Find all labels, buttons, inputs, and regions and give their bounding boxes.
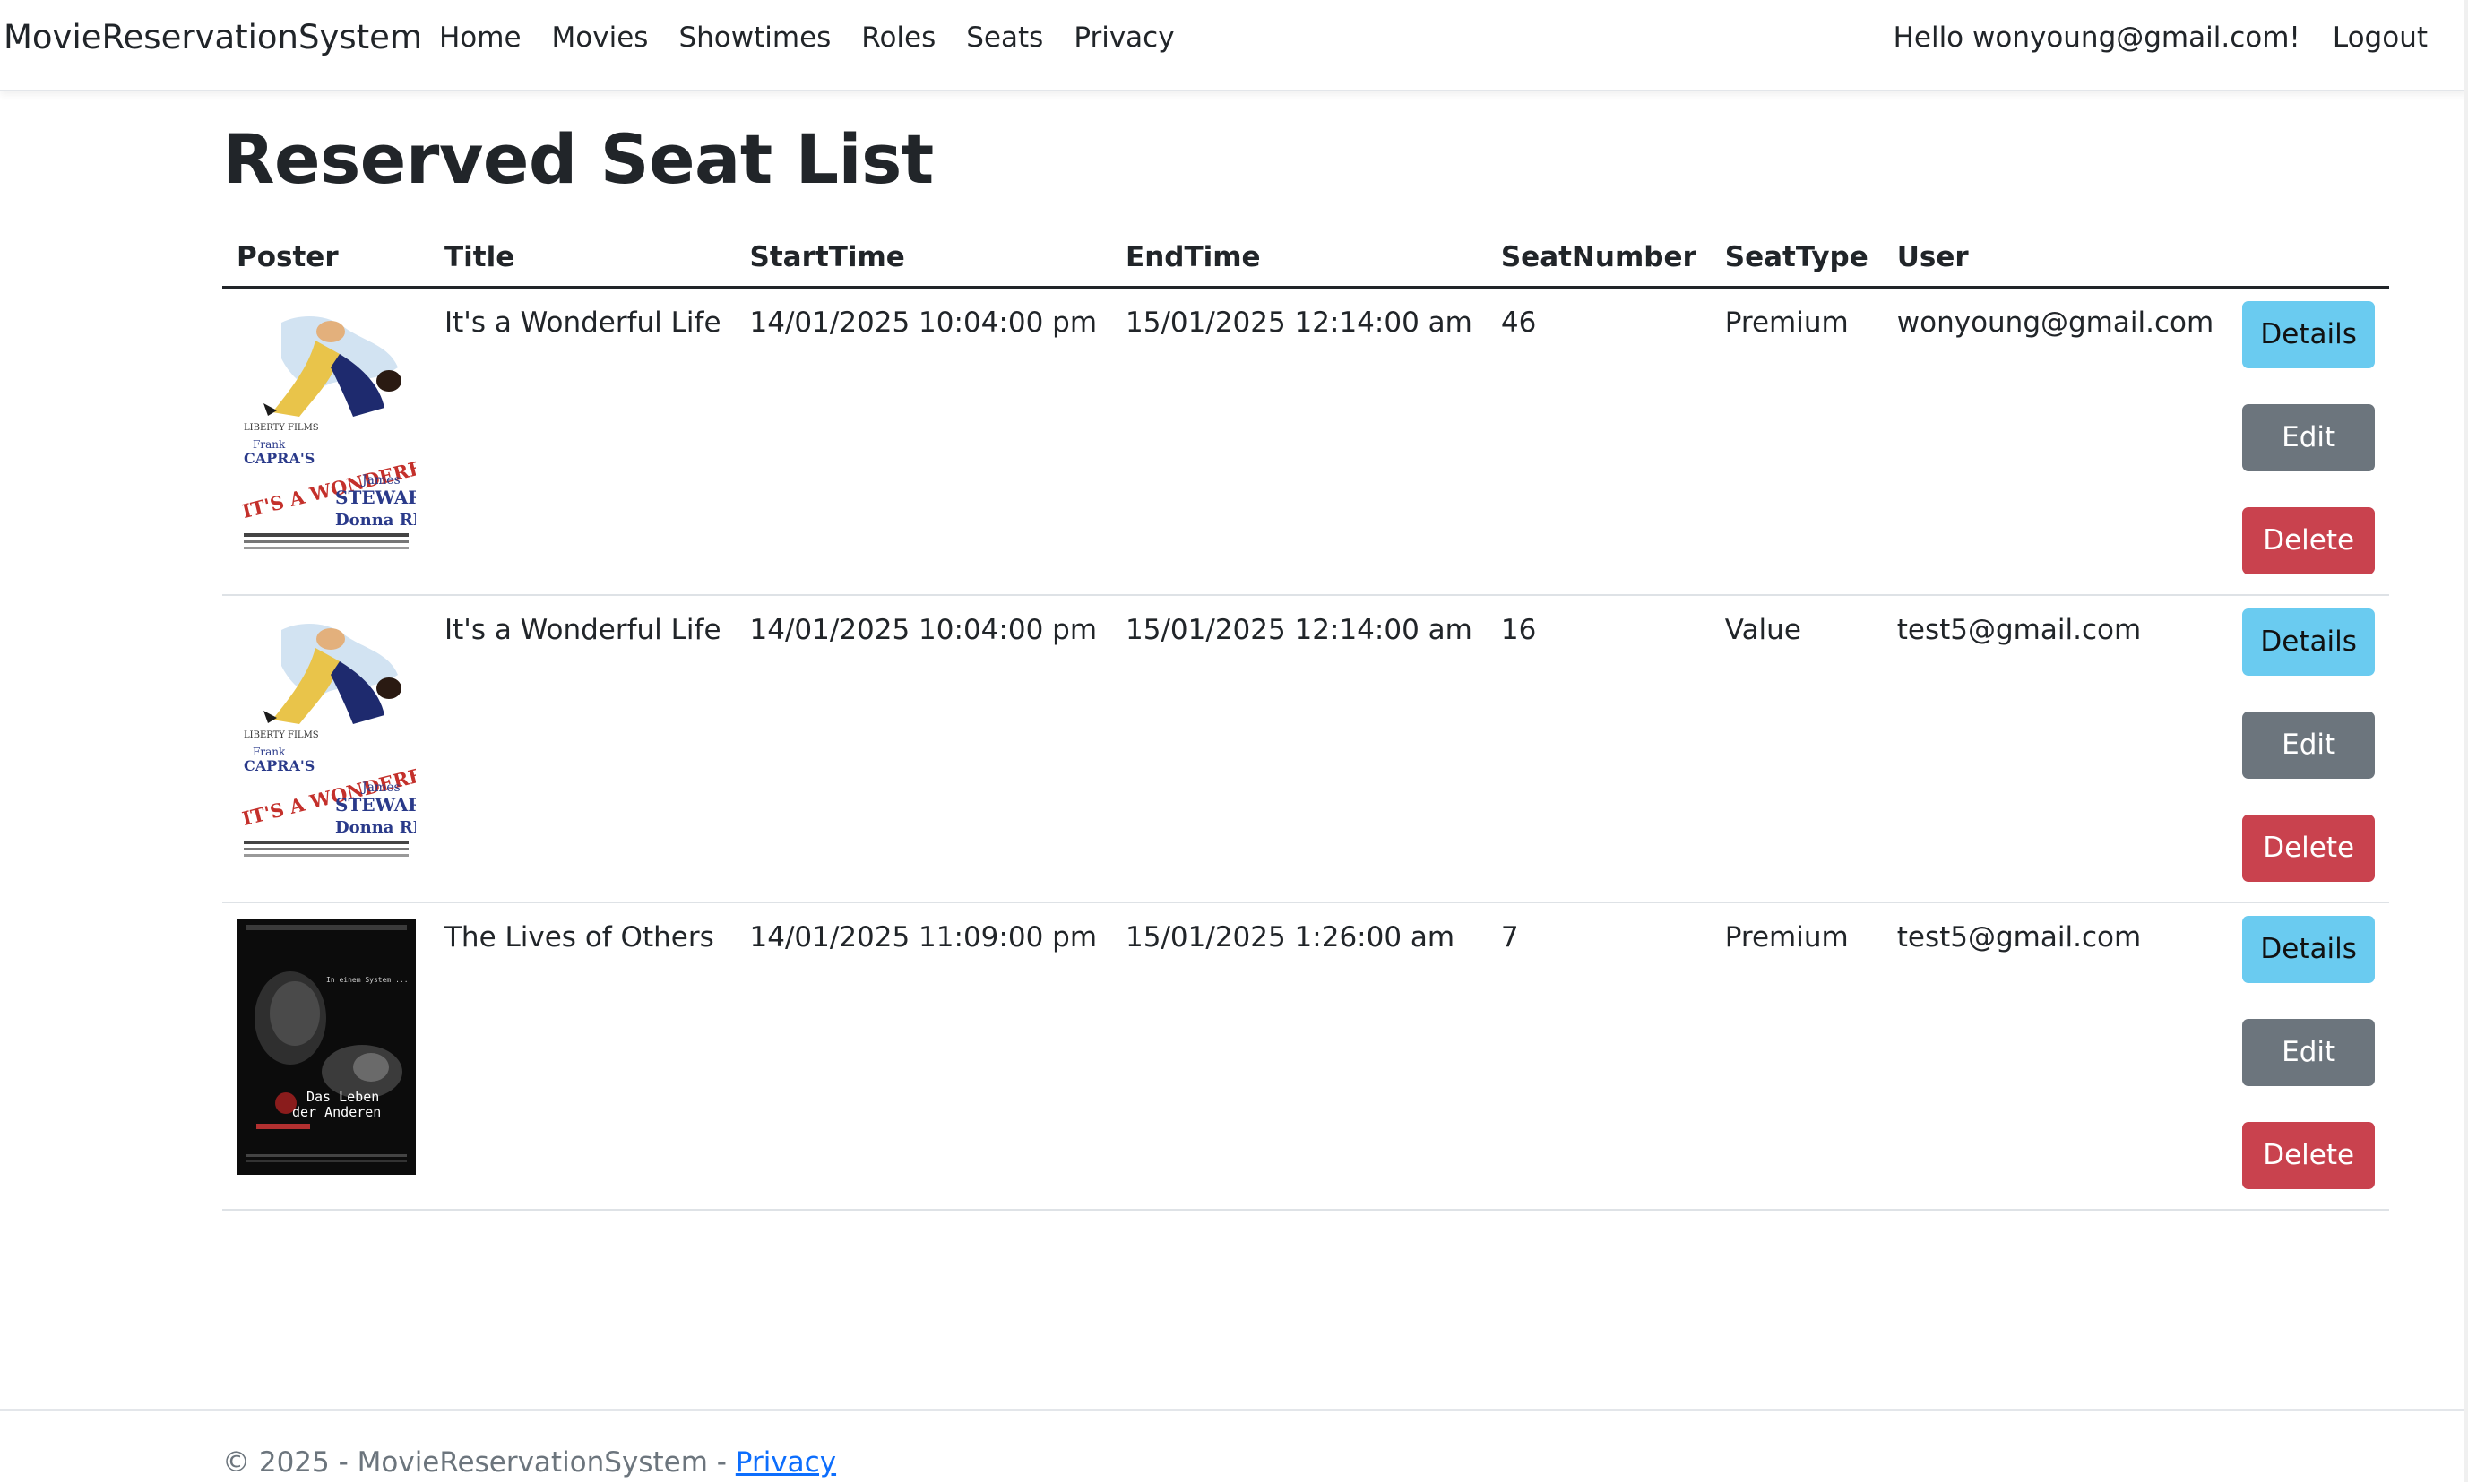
svg-text:Frank: Frank <box>253 746 286 758</box>
footer-copyright: © 2025 - MovieReservationSystem - <box>222 1446 736 1479</box>
table-row: In einem System ... Das Leben der Andere… <box>222 902 2390 1211</box>
title-cell: The Lives of Others <box>430 902 736 1211</box>
title-cell: It's a Wonderful Life <box>430 287 736 596</box>
header-actions <box>2228 229 2390 289</box>
nav-home[interactable]: Home <box>439 22 522 54</box>
seattype-cell: Value <box>1710 594 1883 903</box>
header-title: Title <box>430 229 736 289</box>
svg-text:In einem System ...: In einem System ... <box>326 976 409 984</box>
nav-seats[interactable]: Seats <box>966 22 1043 54</box>
footer-text: © 2025 - MovieReservationSystem - Privac… <box>222 1446 836 1479</box>
edit-button[interactable]: Edit <box>2242 404 2376 471</box>
svg-text:James: James <box>360 473 401 487</box>
seatnumber-cell: 7 <box>1486 902 1711 1211</box>
user-cell: wonyoung@gmail.com <box>1882 287 2229 596</box>
starttime-cell: 14/01/2025 11:09:00 pm <box>735 902 1112 1211</box>
footer-privacy-link[interactable]: Privacy <box>736 1446 836 1479</box>
table-header-row: Poster Title StartTime EndTime SeatNumbe… <box>222 229 2390 289</box>
actions-cell: Details Edit Delete <box>2228 594 2390 903</box>
nav-showtimes[interactable]: Showtimes <box>678 22 831 54</box>
svg-text:Donna REED: Donna REED <box>335 511 416 530</box>
svg-text:Das Leben: Das Leben <box>306 1089 379 1105</box>
starttime-cell: 14/01/2025 10:04:00 pm <box>735 287 1112 596</box>
edit-button[interactable]: Edit <box>2242 711 2376 779</box>
user-cell: test5@gmail.com <box>1882 902 2229 1211</box>
table-row: LIBERTY FILMS Frank CAPRA'S IT'S A WONDE… <box>222 594 2390 903</box>
poster-cell: LIBERTY FILMS Frank CAPRA'S IT'S A WONDE… <box>222 594 430 903</box>
header-seatnumber: SeatNumber <box>1486 229 1711 289</box>
logout-button[interactable]: Logout <box>2333 22 2428 54</box>
poster-cell: LIBERTY FILMS Frank CAPRA'S IT'S A WONDE… <box>222 287 430 596</box>
endtime-cell: 15/01/2025 12:14:00 am <box>1111 594 1487 903</box>
details-button[interactable]: Details <box>2242 608 2376 676</box>
table-row: LIBERTY FILMS Frank CAPRA'S IT'S A WONDE… <box>222 287 2390 596</box>
svg-text:Frank: Frank <box>253 438 286 451</box>
header-poster: Poster <box>222 229 430 289</box>
brand-link[interactable]: MovieReservationSystem <box>4 18 422 56</box>
top-navbar: MovieReservationSystem Home Movies Showt… <box>0 0 2468 91</box>
endtime-cell: 15/01/2025 12:14:00 am <box>1111 287 1487 596</box>
the-lives-of-others-poster-icon: In einem System ... Das Leben der Andere… <box>237 919 416 1175</box>
actions-cell: Details Edit Delete <box>2228 287 2390 596</box>
svg-text:LIBERTY FILMS: LIBERTY FILMS <box>244 423 319 433</box>
nav-privacy[interactable]: Privacy <box>1074 22 1174 54</box>
main-content: Reserved Seat List Poster Title StartTim… <box>222 119 2390 1211</box>
svg-text:LIBERTY FILMS: LIBERTY FILMS <box>244 730 319 740</box>
user-cell: test5@gmail.com <box>1882 594 2229 903</box>
details-button[interactable]: Details <box>2242 915 2376 983</box>
vertical-scrollbar[interactable] <box>2464 0 2468 1482</box>
svg-text:James: James <box>360 781 401 795</box>
poster-cell: In einem System ... Das Leben der Andere… <box>222 902 430 1211</box>
delete-button[interactable]: Delete <box>2242 814 2376 882</box>
edit-button[interactable]: Edit <box>2242 1018 2376 1086</box>
page-footer: © 2025 - MovieReservationSystem - Privac… <box>0 1409 2468 1484</box>
svg-text:STEWART: STEWART <box>335 487 416 508</box>
title-cell: It's a Wonderful Life <box>430 594 736 903</box>
nav-links: Home Movies Showtimes Roles Seats Privac… <box>439 22 1175 54</box>
seattype-cell: Premium <box>1710 287 1883 596</box>
header-seattype: SeatType <box>1710 229 1883 289</box>
actions-cell: Details Edit Delete <box>2228 902 2390 1211</box>
svg-text:CAPRA'S: CAPRA'S <box>244 757 315 774</box>
reserved-seat-table: Poster Title StartTime EndTime SeatNumbe… <box>222 229 2390 1211</box>
user-greeting-link[interactable]: Hello wonyoung@gmail.com! <box>1894 22 2300 54</box>
svg-text:CAPRA'S: CAPRA'S <box>244 450 315 467</box>
header-starttime: StartTime <box>735 229 1112 289</box>
header-user: User <box>1882 229 2229 289</box>
svg-text:Donna REED: Donna REED <box>335 818 416 837</box>
details-button[interactable]: Details <box>2242 301 2376 368</box>
nav-user-area: Hello wonyoung@gmail.com! Logout <box>1894 22 2428 54</box>
nav-movies[interactable]: Movies <box>552 22 649 54</box>
delete-button[interactable]: Delete <box>2242 507 2376 574</box>
delete-button[interactable]: Delete <box>2242 1121 2376 1189</box>
seatnumber-cell: 16 <box>1486 594 1711 903</box>
its-a-wonderful-life-poster-icon: LIBERTY FILMS Frank CAPRA'S IT'S A WONDE… <box>237 305 416 560</box>
svg-text:der Anderen: der Anderen <box>292 1104 381 1120</box>
header-endtime: EndTime <box>1111 229 1487 289</box>
nav-roles[interactable]: Roles <box>861 22 936 54</box>
starttime-cell: 14/01/2025 10:04:00 pm <box>735 594 1112 903</box>
its-a-wonderful-life-poster-icon: LIBERTY FILMS Frank CAPRA'S IT'S A WONDE… <box>237 611 416 867</box>
svg-text:STEWART: STEWART <box>335 794 416 815</box>
seatnumber-cell: 46 <box>1486 287 1711 596</box>
page-title: Reserved Seat List <box>222 119 934 199</box>
endtime-cell: 15/01/2025 1:26:00 am <box>1111 902 1487 1211</box>
seattype-cell: Premium <box>1710 902 1883 1211</box>
